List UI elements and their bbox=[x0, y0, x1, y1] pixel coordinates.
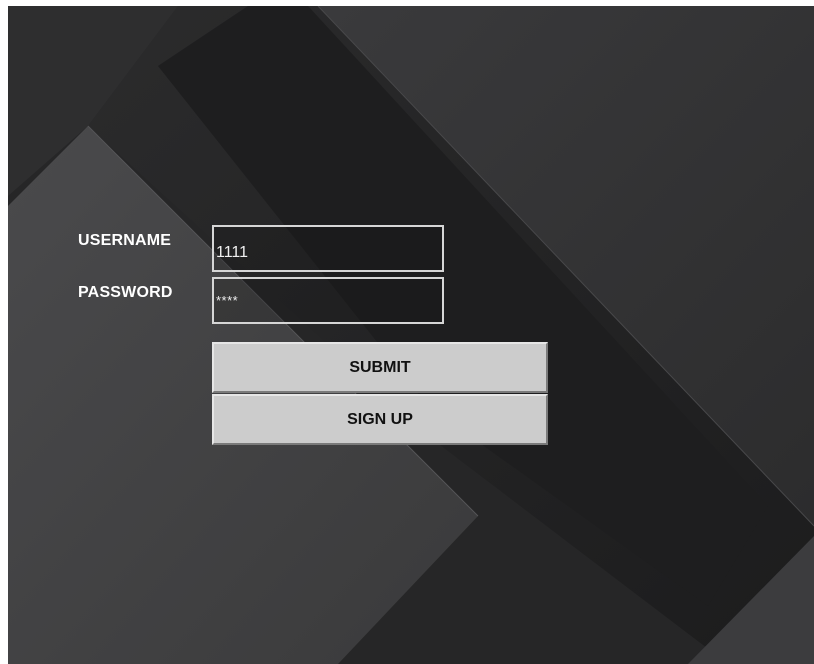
username-label: USERNAME bbox=[78, 232, 172, 249]
password-label: PASSWORD bbox=[78, 284, 173, 301]
login-window: USERNAME PASSWORD 1111 **** SUBMIT SIGN … bbox=[8, 6, 814, 664]
username-field[interactable]: 1111 bbox=[212, 225, 444, 272]
submit-button-label: SUBMIT bbox=[349, 358, 411, 376]
submit-button[interactable]: SUBMIT bbox=[212, 342, 548, 393]
background-art bbox=[8, 6, 814, 664]
sign-up-button-label: SIGN UP bbox=[347, 410, 413, 428]
username-value: 1111 bbox=[216, 244, 249, 261]
password-field[interactable]: **** bbox=[212, 277, 444, 324]
password-value: **** bbox=[216, 293, 239, 308]
sign-up-button[interactable]: SIGN UP bbox=[212, 394, 548, 445]
